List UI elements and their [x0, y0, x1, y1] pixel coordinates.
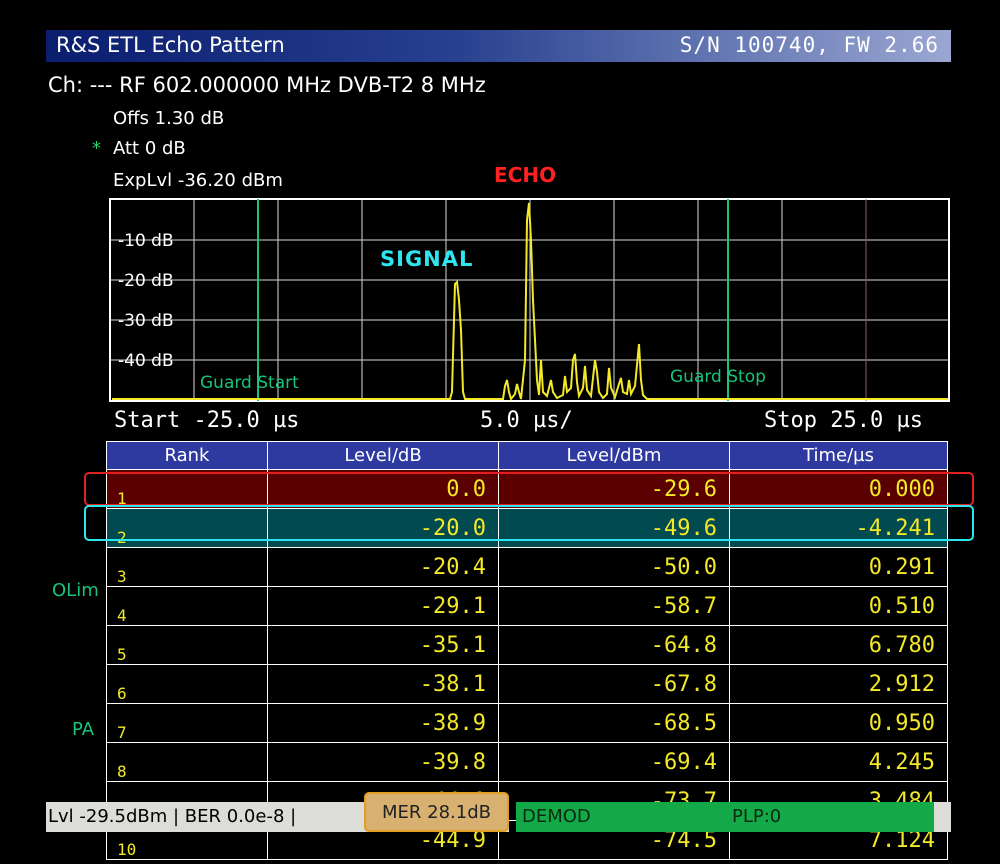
- level-dbm-cell: -58.7: [498, 586, 730, 626]
- level-db-cell: -39.8: [267, 742, 499, 782]
- time-cell: 4.245: [729, 742, 948, 782]
- level-dbm-cell: -67.8: [498, 664, 730, 704]
- rank-cell: 4: [106, 586, 268, 626]
- x-stop-label: Stop 25.0 µs: [764, 408, 923, 433]
- level-db-cell: -38.1: [267, 664, 499, 704]
- table-row[interactable]: 4 -29.1 -58.7 0.510: [106, 586, 948, 626]
- rank-1-highlight: [84, 472, 974, 506]
- level-db-cell: -35.1: [267, 625, 499, 665]
- guard-stop-label: Guard Stop: [670, 367, 766, 387]
- plp-label: PLP:0: [732, 806, 782, 827]
- level-dbm-cell: -50.0: [498, 547, 730, 587]
- time-cell: 6.780: [729, 625, 948, 665]
- x-division-label: 5.0 µs/: [480, 408, 573, 433]
- table-row[interactable]: 6 -38.1 -67.8 2.912: [106, 664, 948, 704]
- level-dbm-cell: -69.4: [498, 742, 730, 782]
- table-header-row: Rank Level/dB Level/dBm Time/µs: [106, 441, 948, 470]
- col-rank-header: Rank: [106, 441, 268, 470]
- demod-status: DEMOD PLP:0: [516, 802, 934, 832]
- table-row[interactable]: 5 -35.1 -64.8 6.780: [106, 625, 948, 665]
- level-db-cell: -20.4: [267, 547, 499, 587]
- rank-2-highlight: [84, 505, 974, 541]
- rank-cell: 7: [106, 703, 268, 743]
- table-row[interactable]: 3 -20.4 -50.0 0.291: [106, 547, 948, 587]
- level-dbm-cell: -68.5: [498, 703, 730, 743]
- rank-cell: 5: [106, 625, 268, 665]
- table-row[interactable]: 7 -38.9 -68.5 0.950: [106, 703, 948, 743]
- x-start-label: Start -25.0 µs: [114, 408, 300, 433]
- col-level-db-header: Level/dB: [267, 441, 499, 470]
- signal-label: SIGNAL: [380, 247, 474, 271]
- rank-cell: 6: [106, 664, 268, 704]
- pa-indicator: PA: [72, 719, 95, 740]
- y-tick-label: -20 dB: [118, 271, 174, 291]
- y-tick-label: -30 dB: [118, 311, 174, 331]
- y-tick-label: -40 dB: [118, 351, 174, 371]
- level-db-cell: -38.9: [267, 703, 499, 743]
- time-cell: 0.291: [729, 547, 948, 587]
- level-ber-readout: Lvl -29.5dBm | BER 0.0e-8 |: [46, 802, 364, 832]
- level-dbm-cell: -64.8: [498, 625, 730, 665]
- status-end-cap: [934, 802, 951, 832]
- col-time-header: Time/µs: [729, 441, 948, 470]
- y-tick-label: -10 dB: [118, 231, 174, 251]
- col-level-dbm-header: Level/dBm: [498, 441, 730, 470]
- mer-readout[interactable]: MER 28.1dB: [364, 792, 509, 832]
- level-db-cell: -29.1: [267, 586, 499, 626]
- rank-cell: 3: [106, 547, 268, 587]
- demod-label: DEMOD: [522, 806, 591, 827]
- table-row[interactable]: 8 -39.8 -69.4 4.245: [106, 742, 948, 782]
- olim-indicator: OLim: [52, 580, 99, 601]
- status-bar: Lvl -29.5dBm | BER 0.0e-8 | MER 28.1dB D…: [46, 792, 951, 832]
- guard-start-label: Guard Start: [200, 373, 299, 393]
- time-cell: 0.950: [729, 703, 948, 743]
- time-cell: 2.912: [729, 664, 948, 704]
- time-cell: 0.510: [729, 586, 948, 626]
- rank-cell: 8: [106, 742, 268, 782]
